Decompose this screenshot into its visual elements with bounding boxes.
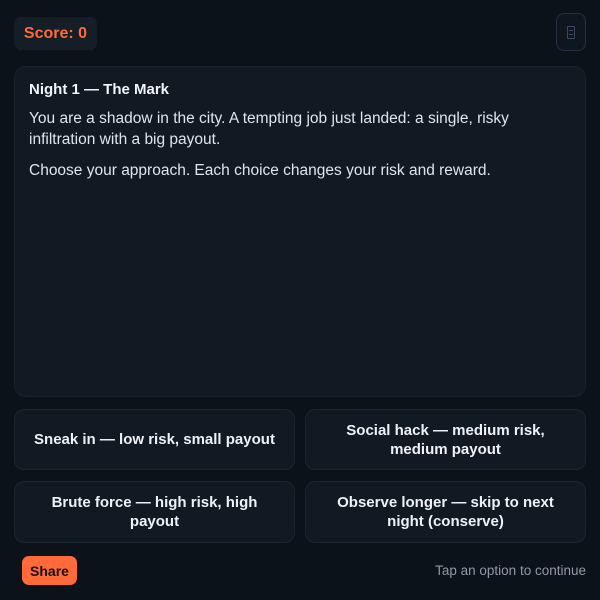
choice-button-brute-force[interactable]: Brute force — high risk, high payout: [14, 481, 295, 543]
hint-text: Tap an option to continue: [435, 563, 586, 578]
menu-button[interactable]: [556, 13, 586, 51]
story-panel: Night 1 — The Mark You are a shadow in t…: [14, 66, 586, 397]
choice-label: Social hack — medium risk, medium payout: [346, 421, 545, 458]
choice-label: Sneak in — low risk, small payout: [34, 431, 275, 448]
choice-button-sneak[interactable]: Sneak in — low risk, small payout: [14, 409, 295, 470]
score-display: Score: 0: [14, 17, 97, 50]
choice-button-social-hack[interactable]: Social hack — medium risk, medium payout: [305, 409, 586, 470]
menu-icon: [567, 25, 575, 39]
choice-button-observe[interactable]: Observe longer — skip to next night (con…: [305, 481, 586, 543]
choice-label: Brute force — high risk, high payout: [51, 494, 258, 530]
story-paragraph: Choose your approach. Each choice change…: [29, 162, 491, 179]
story-paragraph: You are a shadow in the city. A tempting…: [29, 110, 509, 148]
score-label: Score: 0: [23, 24, 88, 42]
story-title: Night 1 — The Mark: [29, 81, 170, 98]
share-button[interactable]: Share: [22, 556, 77, 585]
choice-label: Observe longer — skip to next night (con…: [337, 494, 554, 530]
